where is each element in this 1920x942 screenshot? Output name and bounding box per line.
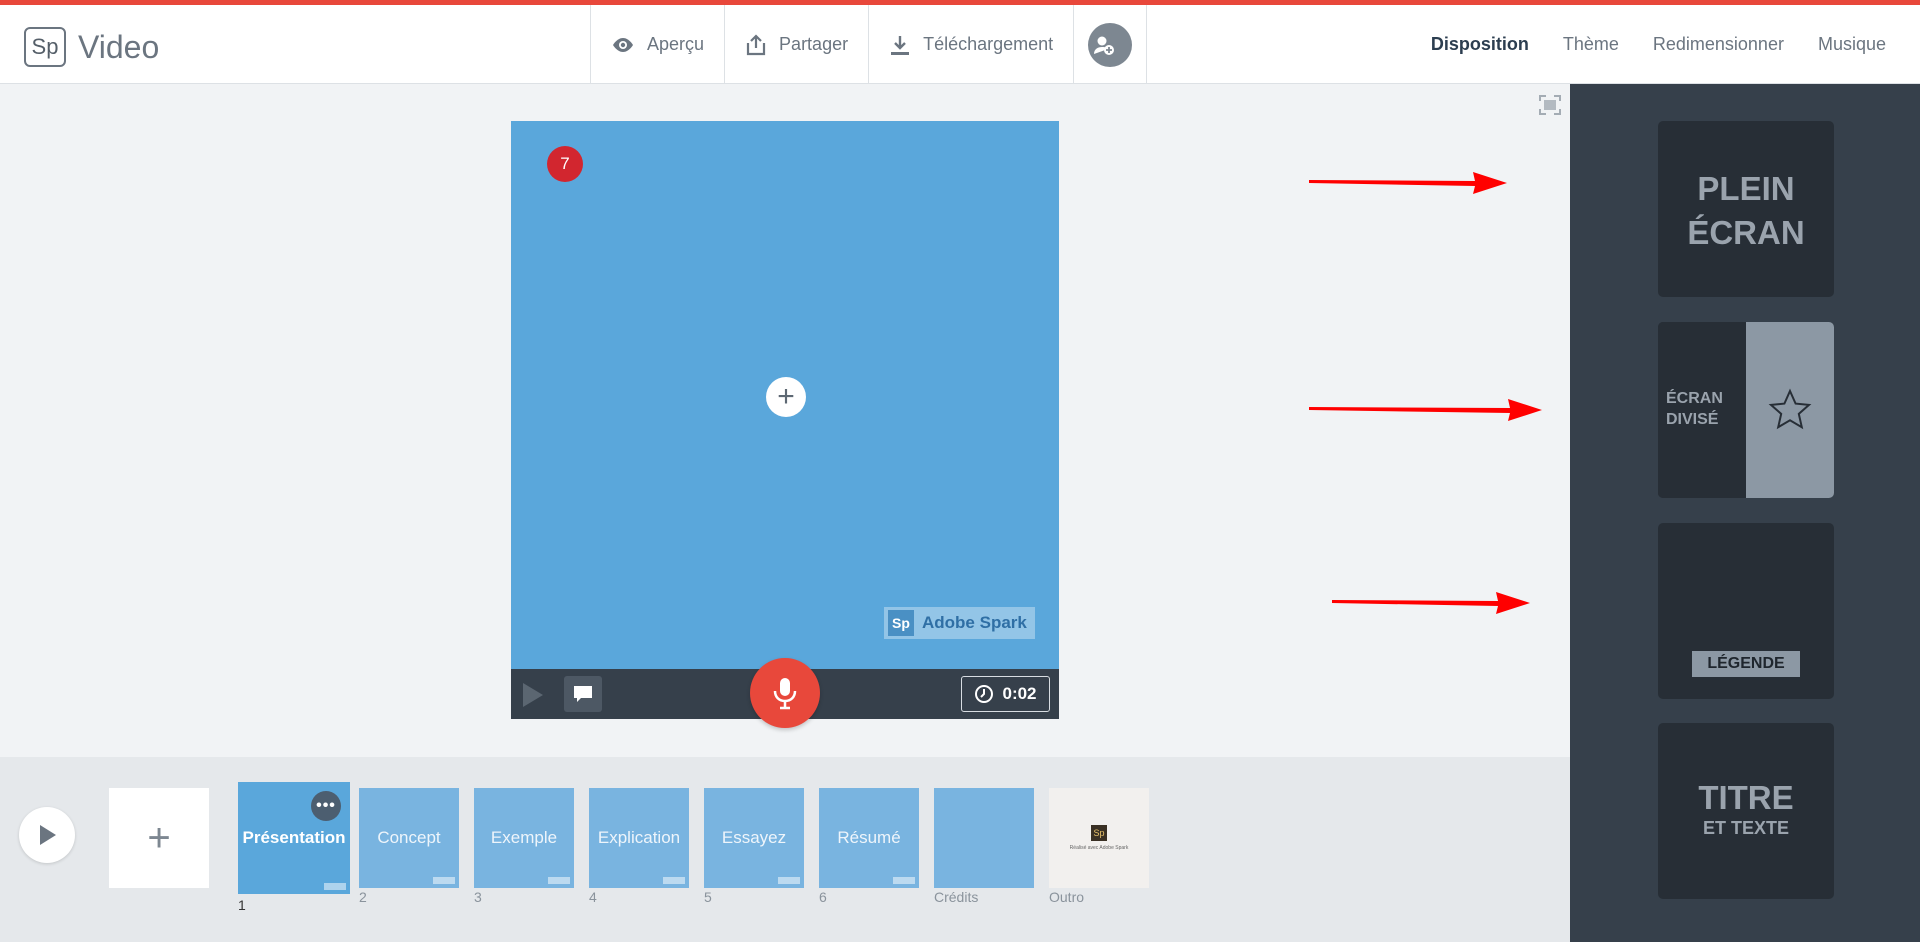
layout-caption[interactable]: LÉGENDE bbox=[1658, 523, 1834, 699]
plus-icon: + bbox=[147, 815, 171, 860]
watermark-text: Adobe Spark bbox=[922, 613, 1027, 632]
slide-number: 4 bbox=[589, 889, 597, 905]
layout-panel: PLEIN ÉCRAN ÉCRAN DIVISÉ LÉGENDE TITRE E… bbox=[1570, 84, 1920, 942]
mini-watermark bbox=[548, 877, 570, 884]
slide-title: Résumé bbox=[837, 828, 901, 847]
spark-logo-icon: Sp bbox=[888, 610, 914, 636]
slide-title: Explication bbox=[597, 828, 681, 847]
preview-label: Aperçu bbox=[647, 34, 705, 54]
outro-text: Réalisé avec Adobe Spark bbox=[1069, 845, 1129, 851]
tab-music[interactable]: Musique bbox=[1818, 34, 1886, 55]
add-user-icon bbox=[1088, 22, 1133, 67]
toolbar: Aperçu Partager Téléchargement bbox=[590, 5, 1148, 84]
top-bar: Sp Video Aperçu Partager Téléchargement … bbox=[0, 0, 1920, 84]
slide-label-outro: Outro bbox=[1049, 889, 1085, 905]
panel-nav: Disposition Thème Redimensionner Musique bbox=[1397, 5, 1886, 84]
slide-thumb-5[interactable]: Essayez bbox=[704, 788, 804, 888]
star-icon bbox=[1768, 388, 1812, 430]
slide-title: Exemple bbox=[490, 828, 558, 847]
layout-full-screen-line1: PLEIN bbox=[1697, 170, 1795, 207]
tab-disposition[interactable]: Disposition bbox=[1431, 34, 1529, 55]
plus-icon: + bbox=[777, 380, 795, 413]
spark-logo-icon: Sp bbox=[1091, 825, 1107, 841]
mini-watermark bbox=[663, 877, 685, 884]
slide-number: 3 bbox=[474, 889, 482, 905]
invite-button[interactable] bbox=[1073, 5, 1148, 84]
annotation-arrow-3 bbox=[1332, 592, 1530, 614]
duration-value: 0:02 bbox=[1002, 684, 1037, 703]
share-label: Partager bbox=[779, 34, 849, 54]
layout-full-screen-line2: ÉCRAN bbox=[1687, 214, 1805, 251]
slide-title: Concept bbox=[377, 828, 441, 847]
slide-thumb-outro[interactable]: Sp Réalisé avec Adobe Spark bbox=[1049, 788, 1149, 888]
slide-count-badge: 7 bbox=[547, 146, 583, 182]
annotation-arrow-1 bbox=[1309, 172, 1507, 194]
slide-thumb-2[interactable]: Concept bbox=[359, 788, 459, 888]
tab-theme[interactable]: Thème bbox=[1563, 34, 1619, 55]
slide-thumb-4[interactable]: Explication bbox=[589, 788, 689, 888]
layout-title-line1: TITRE bbox=[1698, 779, 1794, 816]
play-slide-icon[interactable] bbox=[523, 683, 543, 707]
slide-thumb-3[interactable]: Exemple bbox=[474, 788, 574, 888]
preview-button[interactable]: Aperçu bbox=[590, 5, 724, 84]
clock-icon bbox=[975, 685, 994, 703]
download-icon bbox=[891, 35, 910, 55]
mini-watermark bbox=[893, 877, 915, 884]
slide-title: Essayez bbox=[721, 828, 787, 847]
add-slide-button[interactable]: + bbox=[109, 788, 209, 888]
download-button[interactable]: Téléchargement bbox=[868, 5, 1073, 84]
slide-number: 1 bbox=[238, 897, 246, 913]
app-logo[interactable]: Sp Video bbox=[24, 27, 159, 67]
share-button[interactable]: Partager bbox=[724, 5, 868, 84]
layout-title-line2: ET TEXTE bbox=[1702, 818, 1789, 838]
layout-title-text[interactable]: TITRE ET TEXTE bbox=[1658, 723, 1834, 899]
record-voice-button[interactable] bbox=[750, 658, 820, 728]
slide-label-credits: Crédits bbox=[934, 889, 979, 905]
slide-thumb-6[interactable]: Résumé bbox=[819, 788, 919, 888]
play-video-button[interactable] bbox=[19, 807, 75, 863]
caption-button[interactable] bbox=[564, 676, 602, 712]
play-icon bbox=[40, 825, 56, 845]
adobe-spark-watermark[interactable]: Sp Adobe Spark bbox=[884, 607, 1035, 639]
app-name: Video bbox=[78, 28, 160, 65]
slide-canvas[interactable]: 7 + Sp Adobe Spark bbox=[511, 121, 1059, 669]
eye-icon bbox=[613, 37, 633, 52]
mini-watermark bbox=[324, 883, 346, 890]
more-options-icon[interactable]: ••• bbox=[311, 791, 341, 821]
slide-number: 6 bbox=[819, 889, 827, 905]
mini-watermark bbox=[433, 877, 455, 884]
spark-logo-icon: Sp bbox=[24, 27, 66, 67]
download-label: Téléchargement bbox=[923, 34, 1054, 54]
slide-number: 5 bbox=[704, 889, 712, 905]
layout-caption-label: LÉGENDE bbox=[1692, 651, 1800, 677]
microphone-icon bbox=[773, 678, 797, 710]
slide-thumb-1[interactable]: Présentation ••• bbox=[238, 782, 350, 894]
layout-split-line1: ÉCRAN bbox=[1666, 390, 1723, 407]
add-media-button[interactable]: + bbox=[766, 377, 806, 417]
annotation-arrow-2 bbox=[1309, 399, 1542, 421]
layout-split-line2: DIVISÉ bbox=[1666, 411, 1719, 428]
tab-resize[interactable]: Redimensionner bbox=[1653, 34, 1784, 55]
mini-watermark bbox=[778, 877, 800, 884]
speech-bubble-icon bbox=[574, 686, 592, 702]
slide-thumb-credits[interactable] bbox=[934, 788, 1034, 888]
share-icon bbox=[746, 33, 766, 55]
slide-title: Présentation bbox=[242, 828, 346, 847]
layout-full-screen[interactable]: PLEIN ÉCRAN bbox=[1658, 121, 1834, 297]
layout-split-screen[interactable]: ÉCRAN DIVISÉ bbox=[1658, 322, 1834, 498]
slide-number: 2 bbox=[359, 889, 367, 905]
fullscreen-icon[interactable] bbox=[1538, 94, 1562, 121]
duration-button[interactable]: 0:02 bbox=[961, 676, 1050, 712]
slide-timeline: + Présentation ••• Concept Exemple Expli… bbox=[0, 757, 1570, 942]
